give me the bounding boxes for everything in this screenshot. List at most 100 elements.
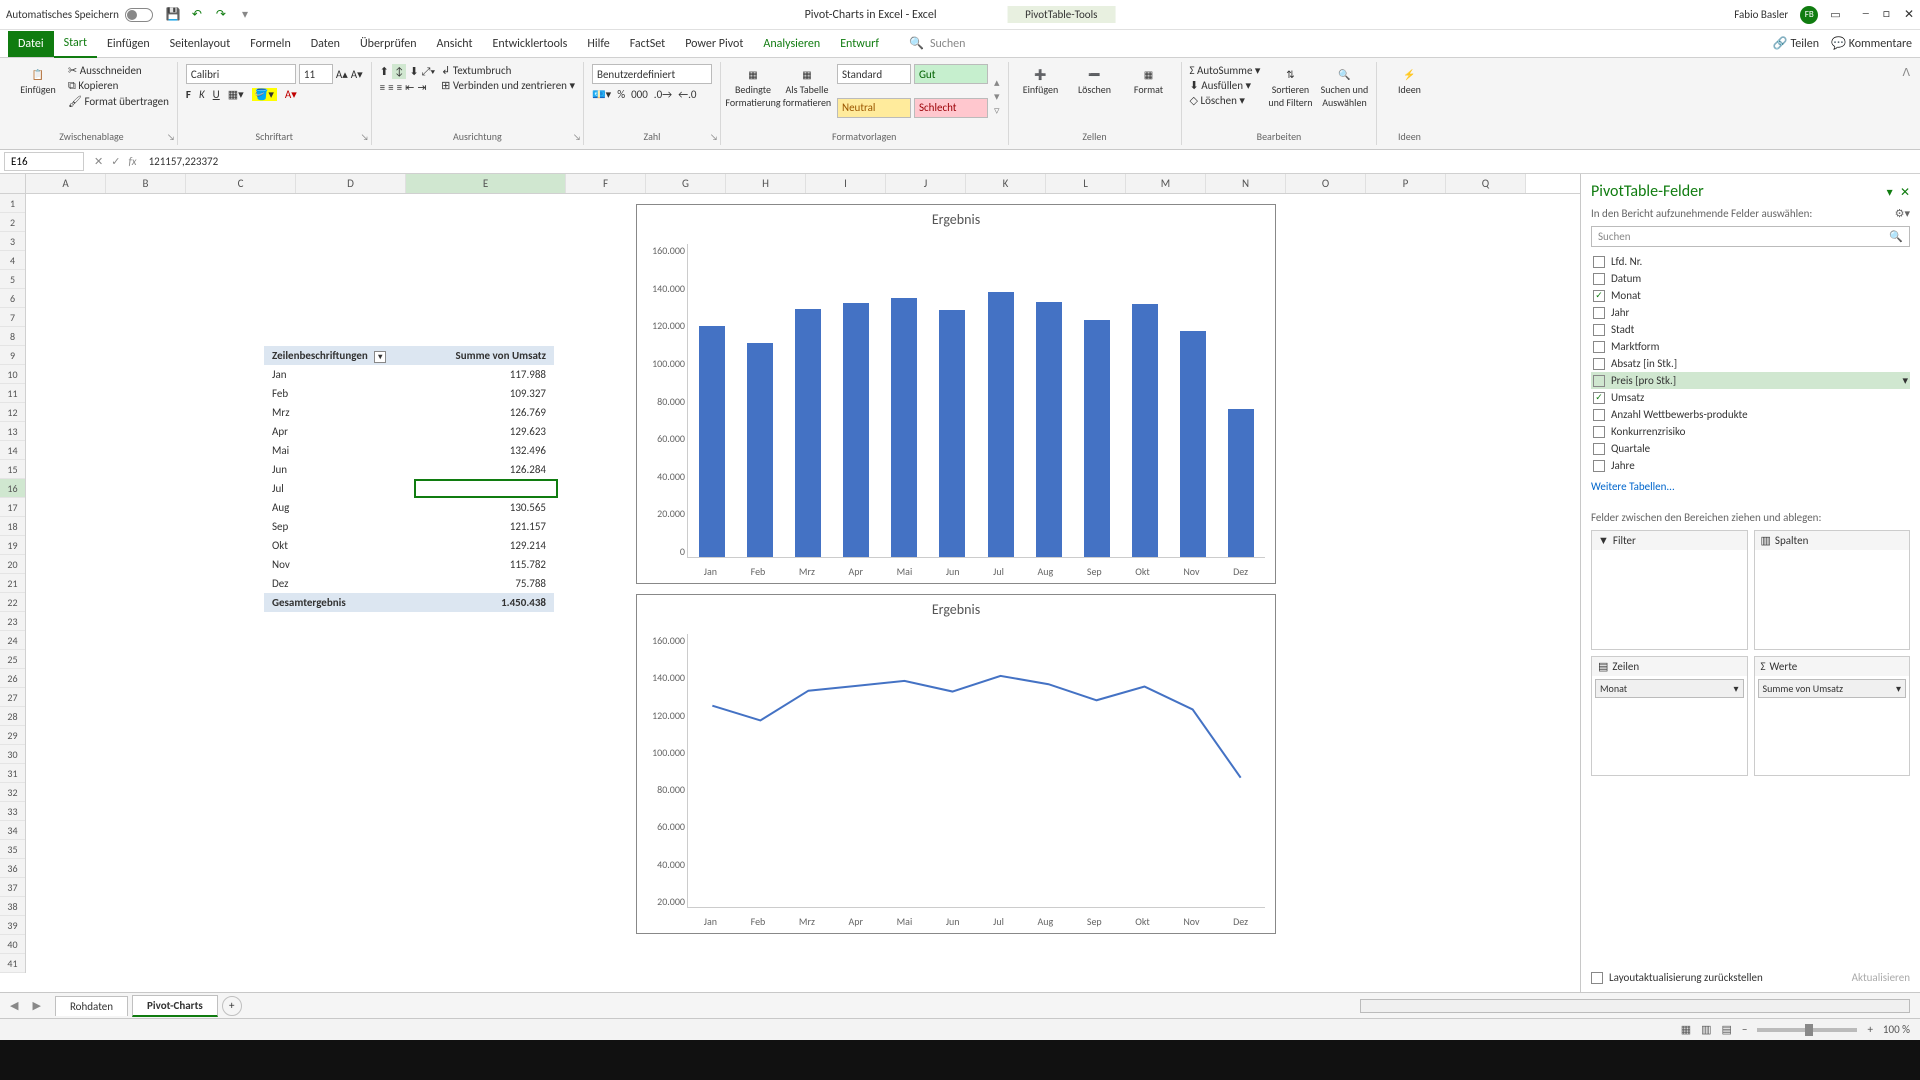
area-values[interactable]: ΣWerte Summe von Umsatz▾ [1754,656,1911,776]
row-header[interactable]: 4 [0,251,25,270]
dialog-launcher-icon[interactable]: ↘ [361,132,369,143]
pivot-row-label[interactable]: Aug [264,498,414,517]
tab-ansicht[interactable]: Ansicht [427,31,483,57]
clear-button[interactable]: ◇ Löschen ▾ [1190,94,1261,107]
field-item[interactable]: Lfd. Nr. [1591,253,1910,270]
spreadsheet-grid[interactable]: ABCDEFGHIJKLMNOPQ 1234567891011121314151… [0,174,1580,992]
find-select-button[interactable]: 🔍Suchen und Auswählen [1320,64,1368,128]
field-item[interactable]: Marktform [1591,338,1910,355]
row-header[interactable]: 27 [0,688,25,707]
pivot-row-value[interactable]: 121.157 [414,517,554,536]
column-header[interactable]: J [886,174,966,193]
name-box[interactable] [4,152,84,171]
row-header[interactable]: 17 [0,498,25,517]
row-header[interactable]: 1 [0,194,25,213]
column-header[interactable]: N [1206,174,1286,193]
column-header[interactable]: O [1286,174,1366,193]
pivot-row-label[interactable]: Nov [264,555,414,574]
tell-me-search[interactable]: 🔍 Suchen [909,36,965,51]
row-header[interactable]: 28 [0,707,25,726]
zoom-in-icon[interactable]: + [1867,1023,1872,1036]
save-icon[interactable]: 💾 [165,7,181,23]
sheet-tab-rohdaten[interactable]: Rohdaten [55,996,128,1016]
format-cells-button[interactable]: ▦Format [1125,64,1173,128]
field-checkbox[interactable] [1593,426,1605,438]
row-header[interactable]: 22 [0,593,25,612]
area-filters[interactable]: ▼Filter [1591,530,1748,650]
row-header[interactable]: 12 [0,403,25,422]
field-search-input[interactable]: Suchen 🔍 [1591,226,1910,247]
enter-formula-icon[interactable]: ✓ [111,155,120,168]
field-checkbox[interactable]: ✓ [1593,392,1605,404]
row-header[interactable]: 33 [0,802,25,821]
field-item[interactable]: ✓Monat [1591,287,1910,304]
row-header[interactable]: 21 [0,574,25,593]
bar[interactable] [939,310,965,557]
fill-color-button[interactable]: 🪣▾ [252,88,277,101]
autosave-toggle[interactable] [125,8,153,22]
row-header[interactable]: 34 [0,821,25,840]
pivot-row-value[interactable]: 109.327 [414,384,554,403]
bar[interactable] [1036,302,1062,557]
tab-entwicklertools[interactable]: Entwicklertools [483,31,578,57]
pivot-row-value[interactable]: 115.782 [414,555,554,574]
row-header[interactable]: 16 [0,479,25,498]
field-checkbox[interactable] [1593,375,1605,387]
decrease-decimal-icon[interactable]: ←.0 [678,88,696,101]
styles-more-down-icon[interactable]: ▾ [994,90,1000,103]
pivot-row-label[interactable]: Jan [264,365,414,384]
column-header[interactable]: I [806,174,886,193]
row-header[interactable]: 10 [0,365,25,384]
row-header[interactable]: 3 [0,232,25,251]
field-checkbox[interactable] [1593,341,1605,353]
bar[interactable] [1180,331,1206,557]
bar[interactable] [1228,409,1254,557]
border-button[interactable]: ▦▾ [228,88,244,101]
field-checkbox[interactable] [1593,307,1605,319]
copy-button[interactable]: ⧉ Kopieren [68,79,169,93]
pivot-row-label[interactable]: Dez [264,574,414,593]
cells-area[interactable]: Zeilenbeschriftungen ▾ Summe von Umsatz … [26,194,1580,973]
font-name-dropdown[interactable]: Calibri [186,64,296,84]
pivot-row-label[interactable]: Jul [264,479,414,498]
zoom-slider[interactable] [1757,1028,1857,1032]
bar[interactable] [1084,320,1110,557]
row-header[interactable]: 26 [0,669,25,688]
pivot-bar-chart[interactable]: Ergebnis 160.000140.000120.000100.00080.… [636,204,1276,584]
row-header[interactable]: 37 [0,878,25,897]
column-header[interactable]: K [966,174,1046,193]
field-checkbox[interactable] [1593,273,1605,285]
format-painter-button[interactable]: 🖌 Format übertragen [68,95,169,108]
area-columns[interactable]: ▥Spalten [1754,530,1911,650]
ideas-button[interactable]: ⚡Ideen [1385,64,1433,128]
orientation-icon[interactable]: ⤢▾ [422,65,435,79]
tab-powerpivot[interactable]: Power Pivot [675,31,753,57]
view-pagelayout-icon[interactable]: ▥ [1701,1023,1711,1036]
row-header[interactable]: 24 [0,631,25,650]
wrap-text-button[interactable]: ↲ Textumbruch [441,64,575,77]
more-tables-link[interactable]: Weitere Tabellen... [1591,480,1910,493]
tab-hilfe[interactable]: Hilfe [577,31,619,57]
sheet-nav-next-icon[interactable]: ▶ [32,999,40,1012]
decrease-indent-icon[interactable]: ⇤ [405,81,414,94]
dialog-launcher-icon[interactable]: ↘ [167,132,175,143]
row-header[interactable]: 29 [0,726,25,745]
zoom-out-icon[interactable]: − [1742,1023,1747,1036]
defer-layout-checkbox[interactable] [1591,972,1603,984]
cell-style-gut[interactable]: Gut [914,64,988,84]
user-name[interactable]: Fabio Basler [1734,8,1788,21]
align-top-icon[interactable]: ⬆ [380,65,389,78]
tab-factset[interactable]: FactSet [620,31,675,57]
insert-cells-button[interactable]: ➕Einfügen [1017,64,1065,128]
pivot-row-label[interactable]: Feb [264,384,414,403]
row-header[interactable]: 13 [0,422,25,441]
column-header[interactable]: G [646,174,726,193]
pivot-row-value[interactable]: 129.623 [414,422,554,441]
formula-input[interactable]: 121157,223372 [143,153,1920,170]
sheet-nav-prev-icon[interactable]: ◀ [10,999,18,1012]
field-item[interactable]: Absatz [in Stk.] [1591,355,1910,372]
bar[interactable] [1132,304,1158,557]
fill-button[interactable]: ⬇ Ausfüllen ▾ [1190,79,1261,92]
bar[interactable] [747,343,773,557]
row-header[interactable]: 23 [0,612,25,631]
